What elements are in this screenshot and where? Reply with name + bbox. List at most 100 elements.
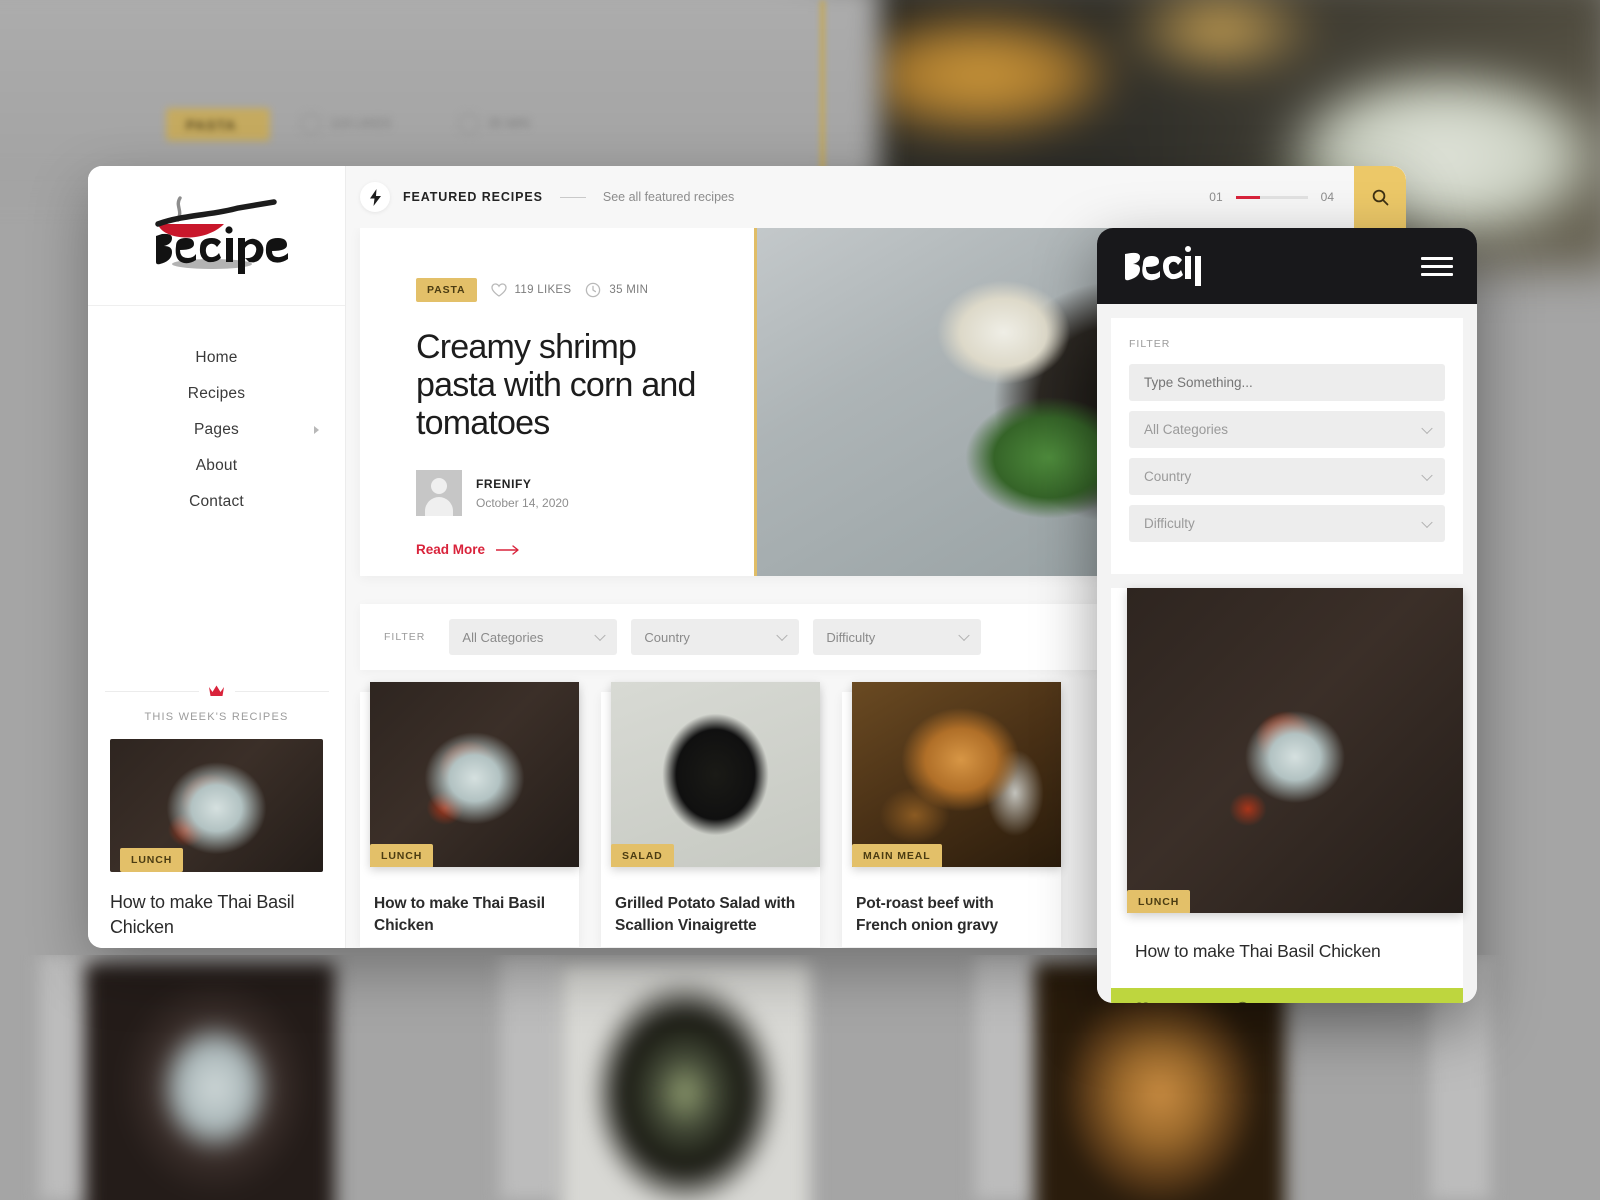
- category-badge: LUNCH: [1127, 890, 1191, 913]
- time-meta: 35 MIN: [585, 282, 648, 298]
- sidebar-item-about[interactable]: About: [88, 448, 345, 484]
- filter-select-categories[interactable]: All Categories: [449, 619, 618, 655]
- recipe-card[interactable]: SALAD Grilled Potato Salad with Scallion…: [601, 682, 820, 947]
- heart-icon: [300, 113, 322, 135]
- author-block: FRENIFY October 14, 2020: [416, 470, 714, 517]
- week-heading: THIS WEEK'S RECIPES: [144, 711, 289, 724]
- likes-meta: 119 LIKES: [490, 283, 572, 297]
- becipe-logo-icon[interactable]: [1121, 245, 1209, 287]
- read-more-button[interactable]: Read More: [416, 542, 714, 557]
- recipe-image: SALAD: [611, 682, 820, 867]
- sidebar-item-label: Contact: [189, 493, 244, 510]
- backdrop-time: 35 MIN: [458, 113, 568, 137]
- backdrop-likes: 119 LIKES: [300, 113, 428, 137]
- backdrop-card: [560, 963, 810, 1200]
- divider: [559, 196, 586, 198]
- pager-progress: [1235, 195, 1260, 199]
- recipe-card[interactable]: LUNCH How to make Thai Basil Chicken: [360, 682, 579, 947]
- carousel-pagination: 01 04: [1209, 190, 1334, 204]
- arrow-right-icon: [496, 545, 519, 555]
- chevron-down-icon: [1421, 469, 1433, 481]
- recipe-image: MAIN MEAL: [852, 682, 1061, 867]
- recipe-image: LUNCH: [1127, 588, 1463, 913]
- select-value: All Categories: [462, 629, 544, 645]
- pager-total: 04: [1320, 190, 1334, 204]
- sidebar-item-label: About: [195, 457, 238, 474]
- recipe-title: How to make Thai Basil Chicken: [1135, 941, 1381, 961]
- week-recipe-title[interactable]: How to make Thai Basil Chicken: [110, 890, 323, 940]
- recipe-title: Grilled Potato Salad with Scallion Vinai…: [615, 895, 796, 934]
- select-value: All Categories: [1144, 422, 1229, 437]
- chevron-right-icon: [314, 426, 319, 434]
- mobile-recipe-card[interactable]: LUNCH How to make Thai Basil Chicken 107…: [1111, 588, 1463, 1003]
- recipe-image: LUNCH: [370, 682, 579, 867]
- mobile-filter-panel: FILTER All Categories Country Difficulty: [1111, 318, 1463, 574]
- search-icon: [1372, 189, 1388, 205]
- see-all-featured-link[interactable]: See all featured recipes: [603, 190, 734, 204]
- mobile-header: [1097, 228, 1477, 304]
- chevron-down-icon: [958, 629, 971, 642]
- sidebar-item-pages[interactable]: Pages: [88, 412, 345, 448]
- featured-card-body: PASTA 119 LIKES 35 MIN Creamy shrimp pas…: [360, 228, 754, 576]
- select-value: Difficulty: [826, 629, 876, 645]
- category-badge: LUNCH: [370, 844, 434, 867]
- sidebar-item-label: Home: [195, 349, 238, 366]
- read-more-label: Read More: [416, 542, 486, 558]
- featured-recipe-title[interactable]: Creamy shrimp pasta with corn and tomato…: [416, 328, 714, 442]
- select-value: Country: [1144, 469, 1192, 484]
- mobile-select-difficulty[interactable]: Difficulty: [1129, 505, 1445, 542]
- mobile-select-categories[interactable]: All Categories: [1129, 411, 1445, 448]
- sidebar-item-label: Recipes: [187, 385, 246, 402]
- select-value: Difficulty: [1144, 516, 1195, 531]
- week-recipe-thumbnail[interactable]: LUNCH: [110, 739, 323, 873]
- pager-current: 01: [1209, 190, 1223, 204]
- heart-icon: [1136, 1001, 1149, 1003]
- avatar: [416, 470, 462, 517]
- chevron-down-icon: [1421, 516, 1433, 528]
- mobile-search-input[interactable]: [1129, 364, 1445, 401]
- publish-date: October 14, 2020: [476, 495, 569, 510]
- select-value: Country: [644, 629, 690, 645]
- mobile-preview-window: FILTER All Categories Country Difficulty…: [1097, 228, 1477, 1003]
- sidebar-nav: Home Recipes Pages About Contact: [88, 306, 345, 520]
- becipe-logo-icon: [154, 195, 288, 274]
- category-badge: LUNCH: [120, 848, 184, 873]
- hamburger-menu-button[interactable]: [1421, 256, 1453, 276]
- logo[interactable]: [88, 166, 345, 306]
- filter-select-difficulty[interactable]: Difficulty: [813, 619, 982, 655]
- this-weeks-recipes-section: THIS WEEK'S RECIPES LUNCH How to make Th…: [88, 679, 345, 948]
- mobile-card-footer: 107 LIKES 50 MIN: [1111, 988, 1463, 1003]
- sidebar: Home Recipes Pages About Contact THIS WE…: [88, 166, 346, 948]
- filter-select-country[interactable]: Country: [631, 619, 800, 655]
- author-name: FRENIFY: [476, 476, 532, 491]
- search-button[interactable]: [1354, 166, 1406, 228]
- recipe-card[interactable]: MAIN MEAL Pot-roast beef with French oni…: [842, 682, 1061, 947]
- featured-title: FEATURED RECIPES: [403, 190, 543, 204]
- pager-track[interactable]: [1235, 195, 1308, 199]
- clock-icon: [586, 282, 601, 298]
- recipe-title: Pot-roast beef with French onion gravy: [856, 895, 999, 934]
- sidebar-item-recipes[interactable]: Recipes: [88, 376, 345, 412]
- mobile-filter-label: FILTER: [1129, 338, 1171, 350]
- sidebar-item-label: Pages: [194, 421, 239, 438]
- sidebar-item-home[interactable]: Home: [88, 340, 345, 376]
- bolt-icon: [360, 182, 390, 212]
- featured-topbar: FEATURED RECIPES See all featured recipe…: [346, 166, 1406, 228]
- chevron-down-icon: [594, 629, 607, 642]
- mobile-select-country[interactable]: Country: [1129, 458, 1445, 495]
- backdrop-left-panel: [0, 0, 880, 190]
- time-meta: 50 MIN: [1235, 1001, 1295, 1003]
- backdrop-badge-label: PASTA: [186, 117, 237, 133]
- recipe-title: How to make Thai Basil Chicken: [374, 895, 545, 934]
- category-badge: PASTA: [416, 278, 477, 302]
- sidebar-item-contact[interactable]: Contact: [88, 484, 345, 520]
- crown-icon: [104, 679, 329, 704]
- mobile-body: FILTER All Categories Country Difficulty…: [1097, 304, 1477, 1003]
- category-badge: MAIN MEAL: [852, 844, 942, 867]
- category-badge: SALAD: [611, 844, 674, 867]
- likes-meta: 107 LIKES: [1135, 1001, 1215, 1003]
- featured-meta-row: PASTA 119 LIKES 35 MIN: [416, 278, 714, 302]
- backdrop-gold-divider: [820, 0, 825, 175]
- chevron-down-icon: [1421, 422, 1433, 434]
- heart-icon: [490, 283, 507, 297]
